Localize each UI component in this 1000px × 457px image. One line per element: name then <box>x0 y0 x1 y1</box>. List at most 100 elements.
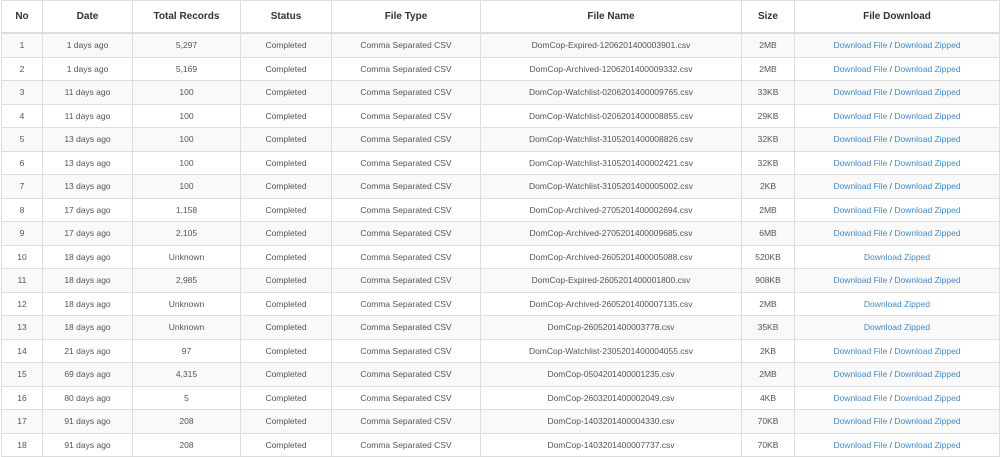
date-cell: 91 days ago <box>42 409 133 434</box>
row-number: 11 <box>1 268 43 293</box>
file-type-cell: Comma Separated CSV <box>331 56 481 81</box>
row-number: 8 <box>1 197 43 222</box>
status-cell: Completed <box>240 150 332 175</box>
status-cell: Completed <box>240 432 332 457</box>
download-file-link[interactable]: Download File <box>833 134 887 144</box>
file-type-cell: Comma Separated CSV <box>331 362 481 387</box>
header-status[interactable]: Status <box>240 0 332 34</box>
file-type-cell: Comma Separated CSV <box>331 338 481 363</box>
download-zipped-link[interactable]: Download Zipped <box>894 228 960 238</box>
file-type-cell: Comma Separated CSV <box>331 385 481 410</box>
file-name-cell: DomCop-Watchlist-3105201400005002.csv <box>480 174 742 199</box>
download-zipped-link[interactable]: Download Zipped <box>864 322 930 332</box>
status-cell: Completed <box>240 80 332 105</box>
file-download-cell: Download File / Download Zipped <box>794 80 1000 105</box>
download-zipped-link[interactable]: Download Zipped <box>894 205 960 215</box>
total-records-cell: 97 <box>132 338 241 363</box>
download-zipped-link[interactable]: Download Zipped <box>894 64 960 74</box>
table-row: 21 days ago 5,169 Completed Comma Separated… <box>1 56 1000 81</box>
date-cell: 18 days ago <box>42 291 133 316</box>
header-no[interactable]: No <box>1 0 43 34</box>
status-cell: Completed <box>240 244 332 269</box>
download-zipped-link[interactable]: Download Zipped <box>894 346 960 356</box>
file-type-cell: Comma Separated CSV <box>331 221 481 246</box>
download-zipped-link[interactable]: Download Zipped <box>864 299 930 309</box>
status-cell: Completed <box>240 409 332 434</box>
file-name-cell: DomCop-1403201400004330.csv <box>480 409 742 434</box>
date-cell: 91 days ago <box>42 432 133 457</box>
status-cell: Completed <box>240 385 332 410</box>
total-records-cell: 100 <box>132 150 241 175</box>
row-number: 15 <box>1 362 43 387</box>
date-cell: 21 days ago <box>42 338 133 363</box>
header-file-name[interactable]: File Name <box>480 0 742 34</box>
status-cell: Completed <box>240 174 332 199</box>
total-records-cell: 1,158 <box>132 197 241 222</box>
download-file-link[interactable]: Download File <box>833 416 887 426</box>
total-records-cell: Unknown <box>132 315 241 340</box>
status-cell: Completed <box>240 315 332 340</box>
date-cell: 18 days ago <box>42 244 133 269</box>
total-records-cell: 2,985 <box>132 268 241 293</box>
download-file-link[interactable]: Download File <box>833 111 887 121</box>
header-date[interactable]: Date <box>42 0 133 34</box>
date-cell: 13 days ago <box>42 174 133 199</box>
total-records-cell: 5 <box>132 385 241 410</box>
download-zipped-link[interactable]: Download Zipped <box>894 134 960 144</box>
status-cell: Completed <box>240 338 332 363</box>
header-size[interactable]: Size <box>741 0 795 34</box>
file-download-cell: Download File / Download Zipped <box>794 56 1000 81</box>
size-cell: 2MB <box>741 362 795 387</box>
status-cell: Completed <box>240 32 332 58</box>
row-number: 17 <box>1 409 43 434</box>
download-zipped-link[interactable]: Download Zipped <box>864 252 930 262</box>
row-number: 18 <box>1 432 43 457</box>
download-file-link[interactable]: Download File <box>833 346 887 356</box>
table-row: 5 13 days ago 100 Completed Comma Separated … <box>1 127 1000 152</box>
download-zipped-link[interactable]: Download Zipped <box>894 111 960 121</box>
download-zipped-link[interactable]: Download Zipped <box>894 275 960 285</box>
file-type-cell: Comma Separated CSV <box>331 32 481 58</box>
file-name-cell: DomCop-2603201400002049.csv <box>480 385 742 410</box>
table-row: 10 18 days ago Unknown Completed Comma Separ… <box>1 244 1000 269</box>
row-number: 3 <box>1 80 43 105</box>
file-download-cell: Download File / Download Zipped <box>794 103 1000 128</box>
download-file-link[interactable]: Download File <box>833 205 887 215</box>
download-zipped-link[interactable]: Download Zipped <box>894 158 960 168</box>
file-name-cell: DomCop-Archived-1206201400009332.csv <box>480 56 742 81</box>
download-file-link[interactable]: Download File <box>833 440 887 450</box>
file-type-cell: Comma Separated CSV <box>331 174 481 199</box>
table-row: 12 18 days ago Unknown Completed Comma Separ… <box>1 291 1000 316</box>
header-file-download[interactable]: File Download <box>794 0 1000 34</box>
table-row: 18 91 days ago 208 Completed Comma Separated… <box>1 432 1000 457</box>
row-number: 7 <box>1 174 43 199</box>
download-zipped-link[interactable]: Download Zipped <box>894 40 960 50</box>
table-row: 13 18 days ago Unknown Completed Comma Separ… <box>1 315 1000 340</box>
download-zipped-link[interactable]: Download Zipped <box>894 369 960 379</box>
download-file-link[interactable]: Download File <box>833 64 887 74</box>
header-total-records[interactable]: Total Records <box>132 0 241 34</box>
date-cell: 13 days ago <box>42 150 133 175</box>
download-file-link[interactable]: Download File <box>833 40 887 50</box>
download-zipped-link[interactable]: Download Zipped <box>894 87 960 97</box>
download-file-link[interactable]: Download File <box>833 275 887 285</box>
header-file-type[interactable]: File Type <box>331 0 481 34</box>
download-file-link[interactable]: Download File <box>833 87 887 97</box>
download-zipped-link[interactable]: Download Zipped <box>894 416 960 426</box>
total-records-cell: 5,297 <box>132 32 241 58</box>
size-cell: 33KB <box>741 80 795 105</box>
table-row: 15 69 days ago 4,315 Completed Comma Separat… <box>1 362 1000 387</box>
total-records-cell: Unknown <box>132 291 241 316</box>
date-cell: 11 days ago <box>42 80 133 105</box>
download-file-link[interactable]: Download File <box>833 181 887 191</box>
date-cell: 18 days ago <box>42 315 133 340</box>
download-zipped-link[interactable]: Download Zipped <box>894 393 960 403</box>
download-zipped-link[interactable]: Download Zipped <box>894 181 960 191</box>
download-zipped-link[interactable]: Download Zipped <box>894 440 960 450</box>
download-file-link[interactable]: Download File <box>833 369 887 379</box>
download-file-link[interactable]: Download File <box>833 158 887 168</box>
download-file-link[interactable]: Download File <box>833 393 887 403</box>
size-cell: 2MB <box>741 291 795 316</box>
download-file-link[interactable]: Download File <box>833 228 887 238</box>
downloads-table: No Date Total Records Status File Type F… <box>1 0 1000 457</box>
